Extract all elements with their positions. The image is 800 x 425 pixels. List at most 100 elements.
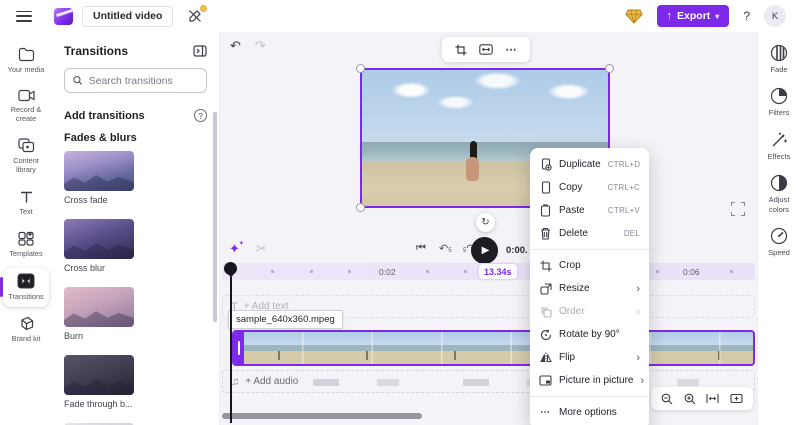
rotate-icon [539, 329, 552, 341]
transition-cross-fade[interactable]: Cross fade [64, 151, 134, 211]
preview-sky [362, 70, 608, 143]
sidebar-item-brand-kit[interactable]: Brand kit [3, 311, 49, 349]
menu-item-flip[interactable]: Flip › [530, 346, 649, 369]
collapse-panel-icon[interactable] [193, 45, 207, 57]
chevron-right-icon: › [636, 305, 640, 318]
pip-icon [539, 375, 552, 386]
menu-shortcut: DEL [623, 229, 640, 238]
sidebar-item-label: Text [19, 206, 33, 216]
menu-item-label: More options [559, 407, 617, 418]
export-button[interactable]: ↑ Export ▾ [656, 5, 730, 27]
tool-label: Speed [768, 247, 790, 257]
chevron-down-icon: ▾ [715, 11, 720, 21]
sidebar-item-transitions[interactable]: Transitions [0, 267, 49, 307]
menu-divider [530, 396, 649, 397]
menu-item-label: Order [559, 306, 585, 317]
video-clip[interactable] [232, 330, 755, 366]
timeline-horizontal-scrollbar[interactable] [222, 413, 422, 419]
fullscreen-icon[interactable] [731, 202, 745, 216]
play-button[interactable]: ▶ [471, 237, 498, 264]
redo-icon[interactable]: ↷ [255, 38, 266, 54]
transition-burn[interactable]: Burn [64, 287, 134, 347]
library-icon [17, 138, 34, 153]
rewind-5s-icon[interactable]: ↶5 [439, 242, 452, 255]
transition-label: Cross blur [64, 263, 106, 273]
tool-filters[interactable]: Filters [769, 87, 789, 117]
menu-item-label: Flip [559, 352, 576, 363]
project-title-input[interactable]: Untitled video [82, 5, 174, 27]
timeline-options-icon[interactable] [730, 393, 743, 404]
effects-icon [772, 132, 787, 147]
menu-item-copy[interactable]: Copy CTRL+C [530, 176, 649, 199]
camera-icon [17, 90, 35, 102]
editor-stage: ↶ ↷ ⋯ ↻ ✦ ✂ ⏮ ↶5 5↷ ▶ 0:00. [220, 32, 757, 425]
zoom-fit-icon[interactable] [706, 393, 719, 404]
menu-item-resize[interactable]: Resize › [530, 277, 649, 300]
hamburger-menu-icon[interactable] [16, 10, 32, 22]
templates-icon [18, 231, 34, 246]
transition-fade-through-black[interactable]: Fade through b... [64, 355, 134, 415]
rotate-handle[interactable]: ↻ [476, 213, 495, 232]
split-scissors-icon[interactable]: ✂ [256, 241, 267, 257]
help-button[interactable]: ? [743, 9, 750, 23]
menu-item-rotate[interactable]: Rotate by 90° [530, 323, 649, 346]
adjust-colors-icon [770, 175, 788, 192]
sidebar-item-templates[interactable]: Templates [3, 226, 49, 264]
resize-handle-top-left[interactable] [356, 64, 365, 73]
menu-item-delete[interactable]: Delete DEL [530, 222, 649, 245]
ai-sparkle-icon[interactable]: ✦ [229, 240, 244, 257]
ruler-mark: 0:02 [379, 267, 396, 277]
menu-shortcut: CTRL+C [607, 183, 640, 192]
sidebar-item-record-create[interactable]: Record & create [3, 84, 49, 129]
timeline-ruler[interactable]: 0:02 13.34s 0:06 [222, 263, 755, 280]
sidebar-item-label: Record & create [10, 105, 42, 124]
transition-thumbnail [64, 151, 134, 191]
current-time-label: 0:00. [506, 245, 528, 256]
search-input[interactable] [88, 74, 198, 87]
tool-fade[interactable]: Fade [770, 44, 788, 74]
menu-item-label: Rotate by 90° [559, 329, 620, 340]
tool-label: Filters [768, 108, 790, 118]
duplicate-icon [539, 158, 552, 171]
crop-icon[interactable] [455, 44, 467, 56]
user-avatar[interactable]: K [764, 5, 786, 27]
transitions-panel: Transitions Add transitions ? Fades & bl… [52, 32, 220, 425]
clipchamp-logo[interactable] [54, 7, 73, 25]
tool-speed[interactable]: Speed [768, 227, 790, 257]
fit-resize-icon[interactable] [479, 44, 493, 55]
panel-scrollbar[interactable] [213, 112, 217, 322]
skip-to-start-icon[interactable]: ⏮ [416, 242, 426, 255]
resize-handle-top-right[interactable] [605, 64, 614, 73]
menu-item-crop[interactable]: Crop [530, 254, 649, 277]
menu-item-paste[interactable]: Paste CTRL+V [530, 199, 649, 222]
fade-icon [770, 44, 788, 62]
search-icon [73, 75, 83, 85]
sidebar-item-your-media[interactable]: Your media [3, 42, 49, 80]
zoom-out-icon[interactable] [661, 393, 673, 405]
search-box[interactable] [64, 68, 207, 93]
zoom-in-icon[interactable] [684, 393, 696, 405]
resize-handle-bottom-left[interactable] [356, 203, 365, 212]
tool-label: Effects [767, 151, 791, 161]
playhead[interactable] [224, 262, 238, 423]
tool-effects[interactable]: Effects [767, 131, 791, 161]
menu-item-label: Paste [559, 205, 585, 216]
tool-label: Fade [770, 65, 788, 74]
chevron-right-icon: › [636, 282, 640, 295]
fades-blurs-heading: Fades & blurs [64, 132, 137, 144]
ai-suggestions-icon[interactable] [185, 5, 208, 26]
transition-cross-blur[interactable]: Cross blur [64, 219, 134, 279]
sidebar-item-content-library[interactable]: Content library [3, 133, 49, 180]
tool-adjust-colors[interactable]: Adjust colors [758, 174, 800, 214]
menu-item-picture-in-picture[interactable]: Picture in picture › [530, 369, 649, 392]
menu-item-more-options[interactable]: ⋯ More options [530, 401, 649, 424]
sidebar-item-text[interactable]: Text [3, 185, 49, 222]
upgrade-gem-icon[interactable] [624, 9, 643, 24]
left-navigation: Your media Record & create Content libra… [0, 32, 52, 425]
more-options-icon[interactable]: ⋯ [506, 43, 518, 56]
audio-waveform [313, 379, 744, 386]
transition-thumbnail [64, 355, 134, 395]
undo-icon[interactable]: ↶ [230, 38, 241, 54]
help-circle-icon[interactable]: ? [194, 109, 207, 122]
menu-item-duplicate[interactable]: Duplicate CTRL+D [530, 153, 649, 176]
